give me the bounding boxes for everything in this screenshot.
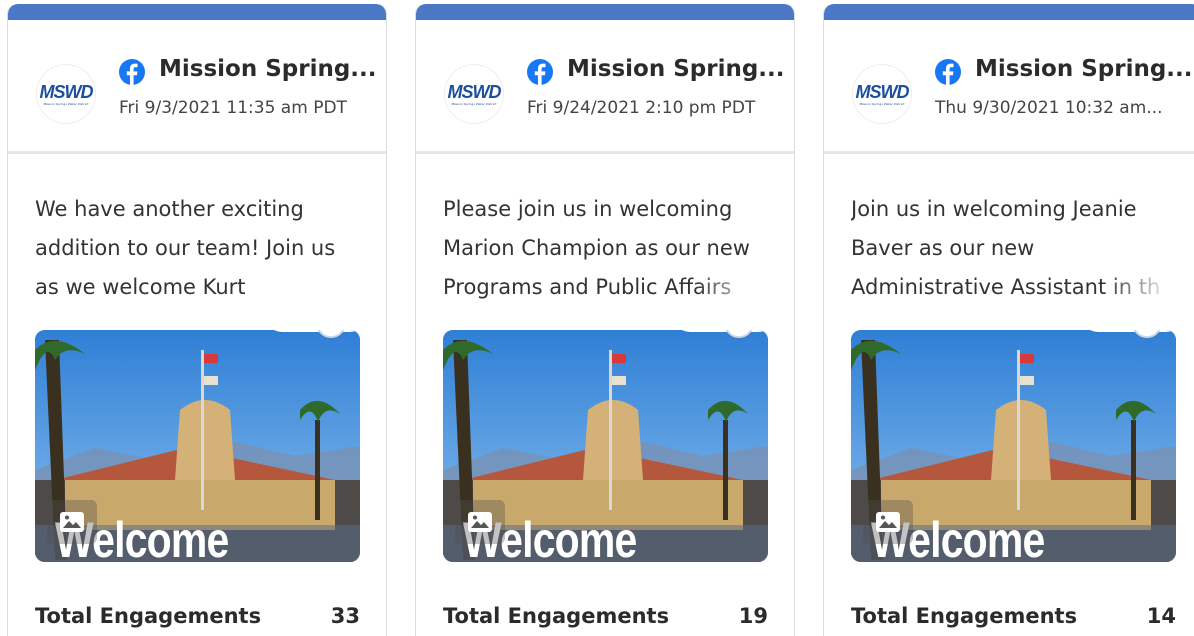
card-accent-bar — [416, 4, 794, 20]
mswd-logo-subtitle: Mission Springs Water District — [43, 101, 89, 106]
image-icon — [863, 500, 913, 544]
post-card-2[interactable]: MSWD Mission Springs Water District Miss… — [415, 4, 795, 636]
mswd-logo-subtitle: Mission Springs Water District — [859, 101, 905, 106]
mswd-logo-subtitle: Mission Springs Water District — [451, 101, 497, 106]
engagement-metric: Total Engagements 33 — [35, 600, 360, 632]
post-card-1[interactable]: MSWD Mission Springs Water District Miss… — [7, 4, 387, 636]
image-icon — [47, 500, 97, 544]
page-name[interactable]: Mission Spring... — [567, 56, 787, 82]
post-header: MSWD Mission Springs Water District Miss… — [8, 20, 386, 154]
avatar[interactable]: MSWD Mission Springs Water District — [36, 64, 96, 124]
page-name[interactable]: Mission Spring... — [975, 56, 1194, 82]
post-header: MSWD Mission Springs Water District Miss… — [416, 20, 794, 154]
avatar[interactable]: MSWD Mission Springs Water District — [852, 64, 912, 124]
page-name[interactable]: Mission Spring... — [159, 56, 379, 82]
mswd-logo: MSWD — [447, 81, 502, 102]
post-card-3[interactable]: MSWD Mission Springs Water District Miss… — [823, 4, 1194, 636]
metric-value: 19 — [738, 604, 768, 628]
post-text: Please join us in welcoming Marion Champ… — [443, 190, 765, 310]
post-text: Join us in welcoming Jeanie Baver as our… — [851, 190, 1173, 310]
facebook-icon — [935, 59, 961, 85]
facebook-icon — [527, 59, 553, 85]
image-corner-mask — [266, 330, 360, 332]
post-text: We have another exciting addition to our… — [35, 190, 357, 310]
post-header: MSWD Mission Springs Water District Miss… — [824, 20, 1194, 154]
mswd-logo: MSWD — [39, 81, 94, 102]
image-corner-mask — [674, 330, 768, 332]
post-feed: MSWD Mission Springs Water District Miss… — [0, 0, 1194, 636]
post-timestamp: Thu 9/30/2021 10:32 am... — [935, 98, 1163, 118]
engagement-metric: Total Engagements 14 — [851, 600, 1176, 632]
post-timestamp: Fri 9/24/2021 2:10 pm PDT — [527, 98, 756, 118]
image-icon — [455, 500, 505, 544]
mswd-logo: MSWD — [855, 81, 910, 102]
metric-value: 33 — [330, 604, 360, 628]
facebook-icon — [119, 59, 145, 85]
post-image[interactable]: Welcome — [851, 330, 1176, 562]
card-accent-bar — [8, 4, 386, 20]
metric-label: Total Engagements — [851, 604, 1078, 628]
card-accent-bar — [824, 4, 1194, 20]
metric-label: Total Engagements — [35, 604, 262, 628]
engagement-metric: Total Engagements 19 — [443, 600, 768, 632]
post-image[interactable]: Welcome — [443, 330, 768, 562]
image-corner-mask — [1082, 330, 1176, 332]
post-image[interactable]: Welcome — [35, 330, 360, 562]
metric-label: Total Engagements — [443, 604, 670, 628]
metric-value: 14 — [1146, 604, 1176, 628]
avatar[interactable]: MSWD Mission Springs Water District — [444, 64, 504, 124]
post-timestamp: Fri 9/3/2021 11:35 am PDT — [119, 98, 347, 118]
